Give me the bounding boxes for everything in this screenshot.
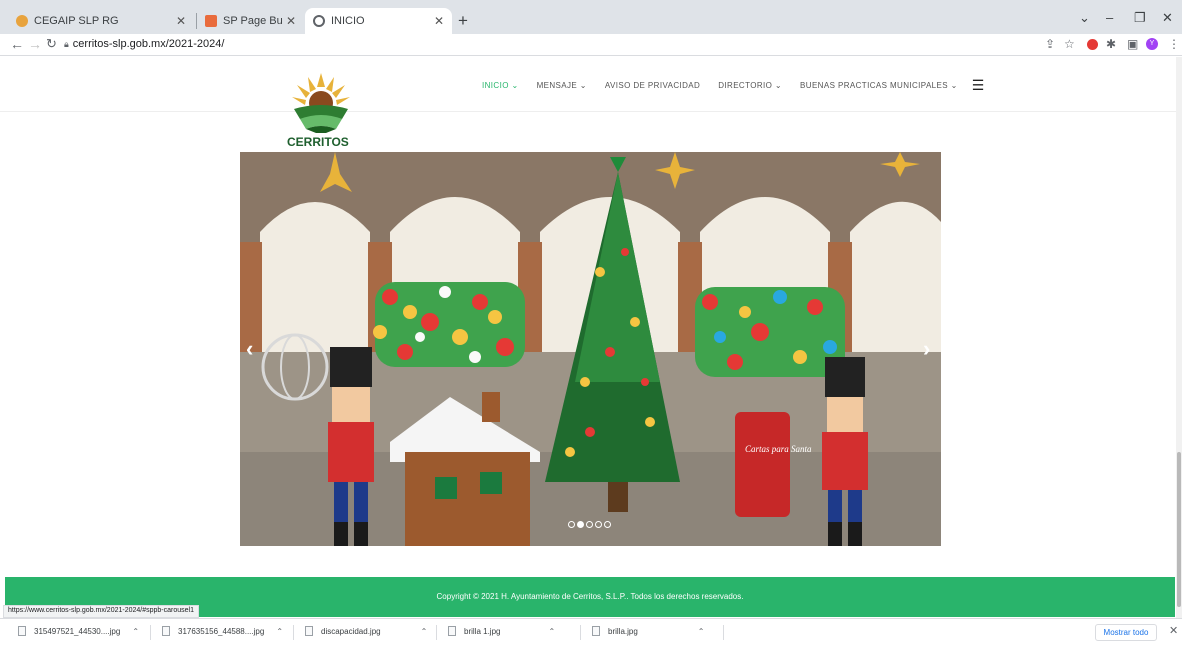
hamburger-menu-icon[interactable]: ☰ xyxy=(972,77,985,94)
site-logo[interactable]: CERRITOS xyxy=(286,71,356,163)
close-icon[interactable]: ✕ xyxy=(434,14,444,28)
web-page: CERRITOS INICIO ⌄ MENSAJE ⌄ AVISO DE PRI… xyxy=(0,57,1176,618)
back-icon[interactable]: ← xyxy=(10,36,24,52)
globe-icon xyxy=(313,15,325,27)
chevron-up-icon[interactable]: ⌃ xyxy=(276,627,283,636)
tab-bar: CEGAIP SLP RG ✕ SP Page Builder - Edit P… xyxy=(0,0,1182,34)
reload-icon[interactable]: ↻ xyxy=(46,36,57,52)
extensions-puzzle-icon[interactable]: ✱ xyxy=(1106,37,1116,51)
show-all-downloads-button[interactable]: Mostrar todo xyxy=(1095,624,1157,641)
forward-icon[interactable]: → xyxy=(28,36,42,52)
favicon-icon xyxy=(205,15,217,27)
nav-item-directorio[interactable]: DIRECTORIO ⌄ xyxy=(718,81,782,90)
status-url-tooltip: https://www.cerritos-slp.gob.mx/2021-202… xyxy=(3,605,199,618)
address-bar[interactable]: 🔒︎ cerritos-slp.gob.mx/2021-2024/ xyxy=(64,38,224,50)
carousel-dot[interactable] xyxy=(604,521,611,528)
file-icon xyxy=(162,626,170,636)
download-filename: 317635156_44588....jpg xyxy=(178,626,265,636)
bookmark-star-icon[interactable]: ☆ xyxy=(1064,37,1075,51)
download-item[interactable]: brilla.jpg ⌃ xyxy=(592,626,705,636)
share-icon[interactable]: ⇪ xyxy=(1045,37,1055,51)
tab-page-builder[interactable]: SP Page Builder - Edit Page - H... ✕ xyxy=(197,8,304,34)
copyright-text: Copyright © 2021 H. Ayuntamiento de Cerr… xyxy=(436,592,744,601)
download-item[interactable]: brilla 1.jpg ⌃ xyxy=(448,626,555,636)
chevron-up-icon[interactable]: ⌃ xyxy=(698,627,705,636)
tab-title: SP Page Builder - Edit Page - H... xyxy=(223,15,282,27)
carousel-dot[interactable] xyxy=(586,521,593,528)
sunflower-logo-icon xyxy=(292,73,350,133)
image-carousel[interactable]: Cartas para Santa ‹ › xyxy=(240,152,941,546)
page-scrollbar[interactable] xyxy=(1176,57,1182,618)
minimize-icon[interactable]: – xyxy=(1106,10,1113,25)
carousel-prev-arrow-icon[interactable]: ‹ xyxy=(246,336,253,362)
download-item[interactable]: 317635156_44588....jpg ⌃ xyxy=(162,626,283,636)
download-filename: brilla.jpg xyxy=(608,626,638,636)
download-filename: discapacidad.jpg xyxy=(321,626,381,636)
carousel-slide-image: Cartas para Santa xyxy=(240,152,941,546)
close-downloads-icon[interactable]: ✕ xyxy=(1169,624,1178,637)
download-filename: 315497521_44530....jpg xyxy=(34,626,121,636)
scrollbar-thumb[interactable] xyxy=(1177,452,1181,607)
lock-icon: 🔒︎ xyxy=(64,39,69,49)
file-icon xyxy=(592,626,600,636)
carousel-dot[interactable] xyxy=(577,521,584,528)
adblock-extension-icon[interactable] xyxy=(1087,39,1098,50)
carousel-indicators xyxy=(568,521,613,528)
tab-title: INICIO xyxy=(331,15,365,27)
carousel-next-arrow-icon[interactable]: › xyxy=(923,336,930,362)
tab-cegaip[interactable]: CEGAIP SLP RG ✕ xyxy=(8,8,194,34)
status-url-text: https://www.cerritos-slp.gob.mx/2021-202… xyxy=(8,607,194,614)
download-filename: brilla 1.jpg xyxy=(464,626,501,636)
menu-kebab-icon[interactable]: ⋮ xyxy=(1168,37,1180,51)
site-header: CERRITOS INICIO ⌄ MENSAJE ⌄ AVISO DE PRI… xyxy=(0,57,1176,149)
logo-text: CERRITOS xyxy=(287,135,349,149)
nav-item-aviso-privacidad[interactable]: AVISO DE PRIVACIDAD xyxy=(605,81,700,90)
chevron-up-icon[interactable]: ⌃ xyxy=(421,627,428,636)
close-icon[interactable]: ✕ xyxy=(286,14,296,28)
tab-inicio[interactable]: INICIO ✕ xyxy=(305,8,452,34)
nav-item-mensaje[interactable]: MENSAJE ⌄ xyxy=(537,81,587,90)
nav-item-buenas-practicas[interactable]: BUENAS PRACTICAS MUNICIPALES ⌄ xyxy=(800,81,958,90)
file-icon xyxy=(448,626,456,636)
close-window-icon[interactable]: ✕ xyxy=(1162,10,1173,26)
chevron-up-icon[interactable]: ⌃ xyxy=(132,627,139,636)
mailbox-sign-text: Cartas para Santa xyxy=(745,444,812,454)
profile-avatar[interactable]: Y xyxy=(1146,38,1158,50)
tab-title: CEGAIP SLP RG xyxy=(34,15,119,27)
carousel-dot[interactable] xyxy=(595,521,602,528)
new-tab-icon[interactable]: + xyxy=(458,11,468,31)
address-text: cerritos-slp.gob.mx/2021-2024/ xyxy=(72,38,225,50)
downloads-bar: 315497521_44530....jpg ⌃ 317635156_44588.… xyxy=(0,618,1182,645)
download-item[interactable]: 315497521_44530....jpg ⌃ xyxy=(18,626,139,636)
tab-search-icon[interactable]: ⌄ xyxy=(1079,10,1090,26)
side-panel-icon[interactable]: ▣ xyxy=(1127,37,1138,51)
file-icon xyxy=(305,626,313,636)
carousel-dot[interactable] xyxy=(568,521,575,528)
favicon-icon xyxy=(16,15,28,27)
nav-item-inicio[interactable]: INICIO ⌄ xyxy=(482,81,519,90)
close-icon[interactable]: ✕ xyxy=(176,14,186,28)
browser-toolbar: ← → ↻ 🔒︎ cerritos-slp.gob.mx/2021-2024/ ⇪… xyxy=(0,34,1182,56)
download-item[interactable]: discapacidad.jpg ⌃ xyxy=(305,626,427,636)
main-nav: INICIO ⌄ MENSAJE ⌄ AVISO DE PRIVACIDAD D… xyxy=(482,77,985,94)
restore-icon[interactable]: ❐ xyxy=(1134,10,1146,26)
file-icon xyxy=(18,626,26,636)
chevron-up-icon[interactable]: ⌃ xyxy=(548,627,555,636)
